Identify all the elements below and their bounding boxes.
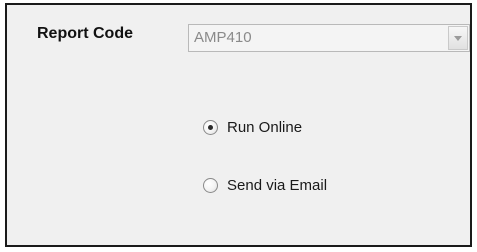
run-online-radio[interactable] — [203, 120, 218, 135]
chevron-down-icon — [454, 36, 462, 41]
send-via-email-radio[interactable] — [203, 178, 218, 193]
send-via-email-label: Send via Email — [227, 177, 328, 194]
radio-selected-dot — [208, 125, 213, 130]
report-code-value: AMP410 — [194, 29, 252, 46]
run-online-label: Run Online — [227, 119, 303, 136]
report-code-dropdown-button[interactable] — [448, 26, 468, 50]
report-code-label: Report Code — [37, 25, 133, 42]
report-panel: Report Code AMP410 Run Online Send via E… — [5, 3, 472, 247]
report-code-combobox[interactable]: AMP410 — [188, 24, 470, 52]
